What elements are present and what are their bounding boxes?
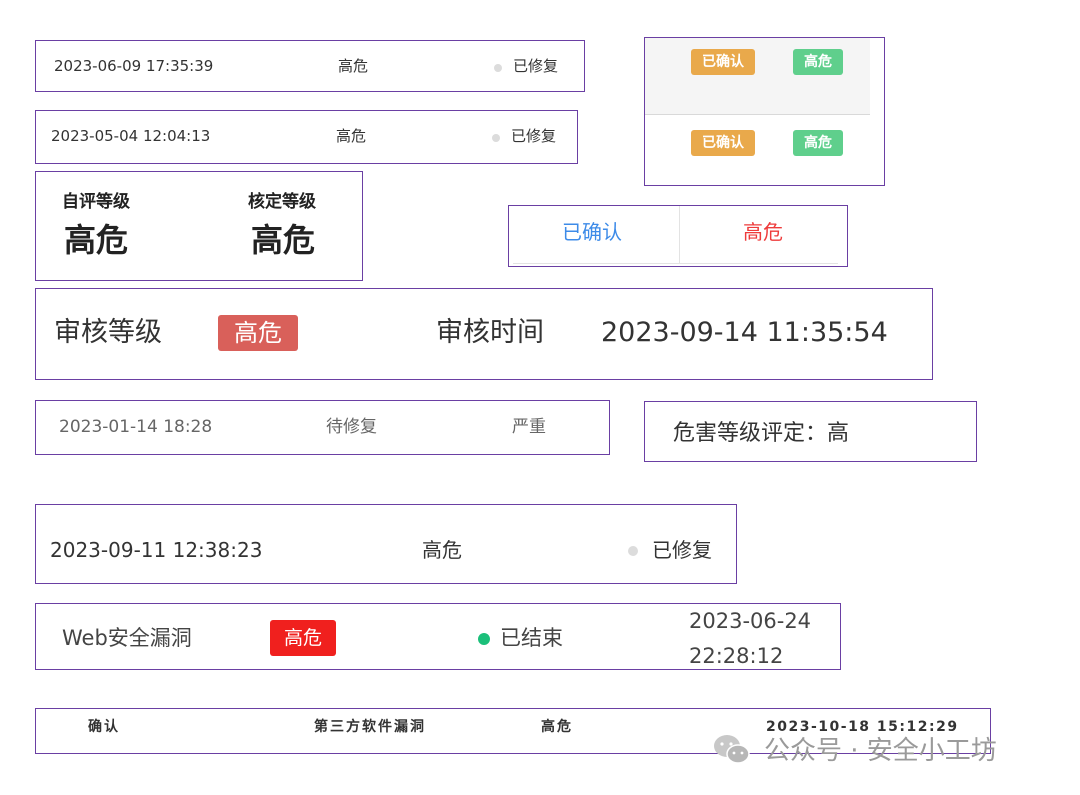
discover-time: 2023-05-04 12:04:13: [51, 127, 211, 145]
confirmed-tag: 已确认: [691, 130, 755, 156]
watermark-text: 公众号 · 安全小工坊: [764, 736, 997, 766]
vuln-card-1: 2023-06-09 17:35:39 高危 已修复: [35, 40, 585, 92]
risk-level: 高危: [541, 719, 573, 735]
discover-time: 2023-06-09 17:35:39: [54, 57, 214, 75]
verify-grade-value: 高危: [251, 221, 316, 259]
risk-level: 高危: [422, 538, 462, 562]
hazard-rating-text: 危害等级评定：高: [673, 421, 850, 446]
high-risk-tag: 高危: [270, 620, 336, 656]
status-dot: [494, 64, 502, 72]
risk-level: 高危: [336, 127, 367, 145]
grade-card: 自评等级 高危 核定等级 高危: [35, 171, 363, 281]
vuln-type: Web安全漏洞: [62, 626, 192, 650]
high-risk-tag: 高危: [218, 315, 298, 351]
risk-level: 高危: [338, 57, 369, 75]
status-dot: [628, 546, 638, 556]
high-risk-tag: 高危: [793, 130, 843, 156]
vuln-card-9: 2023-09-11 12:38:23 高危 已修复: [35, 504, 737, 584]
watermark: 公众号 · 安全小工坊: [712, 730, 1052, 770]
confirm-status: 确认: [88, 719, 120, 735]
audit-level-label: 审核等级: [54, 317, 162, 348]
vuln-card-10: Web安全漏洞 高危 已结束 2023-06-24 22:28:12: [35, 603, 841, 670]
fix-status: 已结束: [500, 626, 563, 650]
risk-level: 高危: [743, 220, 783, 244]
high-risk-tag: 高危: [793, 49, 843, 75]
tag-table-card: 已确认 高危 已确认 高危: [644, 37, 885, 186]
status-dot: [492, 134, 500, 142]
audit-time-label: 审核时间: [436, 317, 544, 348]
hazard-rating-card: 危害等级评定：高: [644, 401, 977, 462]
wechat-icon: [714, 735, 750, 764]
discover-time: 2023-09-11 12:38:23: [50, 538, 263, 562]
status-level-card: 已确认 高危: [508, 205, 848, 267]
audit-card: 审核等级 高危 审核时间 2023-09-14 11:35:54: [35, 288, 933, 380]
cell-divider: [679, 206, 680, 263]
confirmed-tag: 已确认: [691, 49, 755, 75]
end-time: 22:28:12: [689, 644, 784, 668]
audit-time: 2023-09-14 11:35:54: [601, 317, 888, 348]
self-grade-value: 高危: [64, 221, 129, 259]
vuln-card-7: 2023-01-14 18:28 待修复 严重: [35, 400, 610, 455]
severity-level: 严重: [512, 417, 546, 437]
self-grade-label: 自评等级: [62, 192, 130, 212]
end-date: 2023-06-24: [689, 609, 812, 633]
fix-status: 已修复: [511, 127, 557, 145]
verify-grade-label: 核定等级: [248, 192, 316, 212]
fix-status: 待修复: [326, 417, 377, 437]
confirm-status: 已确认: [562, 220, 622, 244]
vuln-card-2: 2023-05-04 12:04:13 高危 已修复: [35, 110, 578, 164]
discover-time: 2023-01-14 18:28: [59, 417, 213, 437]
fix-status: 已修复: [513, 57, 559, 75]
vuln-type: 第三方软件漏洞: [314, 719, 426, 735]
status-dot: [478, 633, 490, 645]
fix-status: 已修复: [652, 538, 712, 562]
row-divider: [513, 263, 838, 264]
